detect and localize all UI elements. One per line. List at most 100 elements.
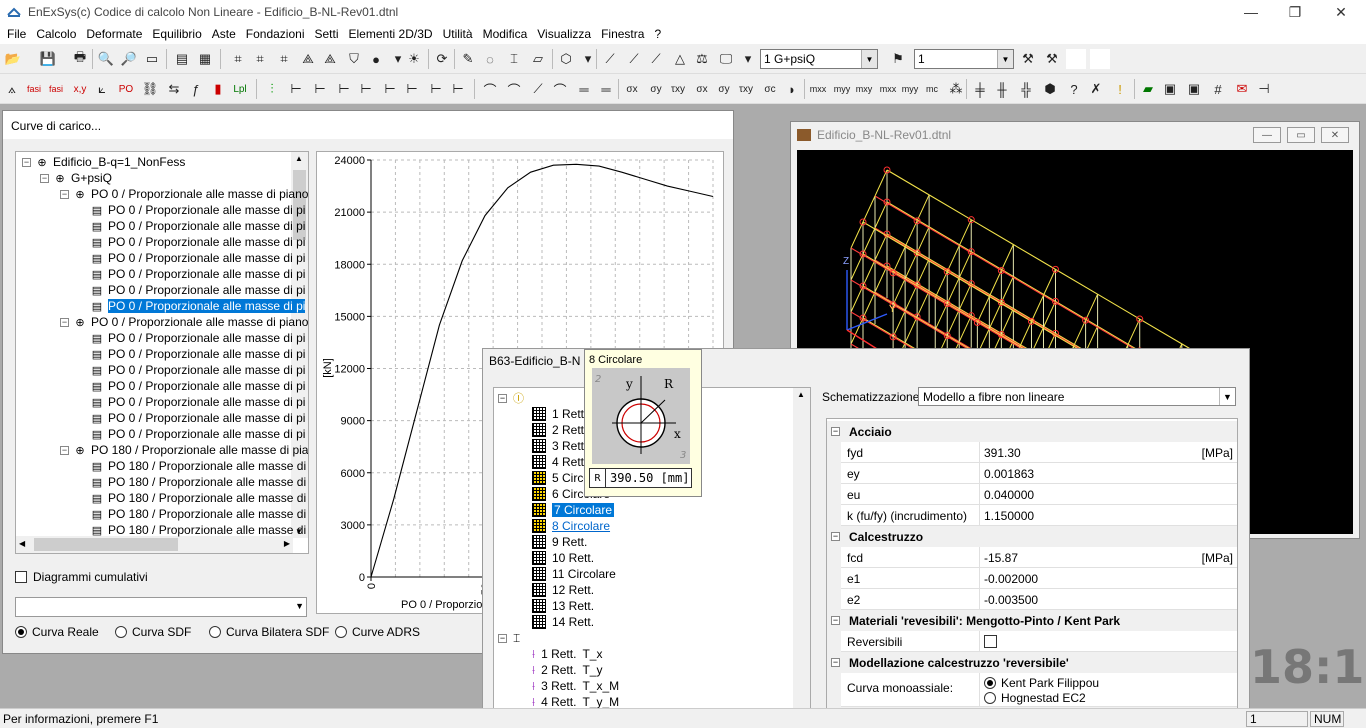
diagram6-icon[interactable]: ⊢ [402,79,422,99]
property-value-field[interactable]: -0.002000 [979,568,1237,589]
tree-item[interactable]: − ⊕ PO 180 / Proporzionale alle masse di p… [60,442,308,458]
po-icon[interactable]: PO [116,79,136,99]
window2-icon[interactable]: ▣ [1184,79,1204,99]
section-item[interactable]: 14 Rett. [532,614,594,630]
chevron-down-icon[interactable]: ▼ [295,601,304,611]
moon-icon[interactable]: ◗ [782,79,802,99]
tree-item[interactable]: − ⊕ Edificio_B-q=1_NonFess [22,154,185,170]
map-icon[interactable]: ▱ [528,49,548,69]
node-icon[interactable]: ⫶ [262,79,282,99]
property-value-field[interactable]: 0.040000 [979,484,1237,505]
scroll-up-icon[interactable]: ▲ [295,154,303,163]
tree-item[interactable]: ▤ PO 0 / Proporzionale alle masse di pi [90,346,306,362]
section-item[interactable]: 8 Circolare [532,518,610,534]
deform-icon[interactable]: ⟋ [600,49,620,69]
tree-item[interactable]: ▤ PO 0 / Proporzionale alle masse di pi [90,234,306,250]
radio-curva-sdf[interactable]: Curva SDF [115,625,191,639]
scroll-up-icon[interactable]: ▲ [797,390,805,399]
property-value-field[interactable]: -15.87 [MPa] [979,547,1237,568]
diagram4-icon[interactable]: ⊢ [356,79,376,99]
radio-dot[interactable] [984,676,996,689]
cumulative-checkbox-row[interactable]: Diagrammi cumulativi [15,570,148,584]
menu-equilibrio[interactable]: Equilibrio [147,27,206,41]
section-item[interactable]: 7 Circolare [532,502,615,518]
chevron-down-icon[interactable]: ▼ [997,50,1013,68]
structure-icon[interactable]: ⟑ [2,79,22,99]
radio-dot[interactable] [115,626,127,638]
beam-shape2-icon[interactable]: ⌒ [504,79,524,99]
tree-item[interactable]: ▤ PO 180 / Proporzionale alle masse di [90,474,306,490]
beam-shape4-icon[interactable]: ⌒ [550,79,570,99]
radio-dot[interactable] [984,691,996,704]
triangle-icon[interactable]: △ [670,49,690,69]
zoom-out-icon[interactable]: 🔎 [119,49,139,69]
x-mark-icon[interactable]: ✗ [1086,79,1106,99]
section-item[interactable]: 12 Rett. [532,582,594,598]
category-calcestruzzo[interactable]: − Calcestruzzo [827,526,1237,547]
tree-item[interactable]: ▤ PO 180 / Proporzionale alle masse di [90,522,306,538]
tau-xy-icon[interactable]: τxy [668,79,688,99]
collapse-toggle-icon[interactable]: − [498,633,507,643]
sigma-c-icon[interactable]: σc [760,79,780,99]
property-value-field[interactable]: 0.001863 [979,463,1237,484]
deform3-icon[interactable]: ⟋ [646,49,666,69]
step-combo[interactable]: 1 ▼ [914,49,1014,69]
collapse-toggle-icon[interactable]: − [831,616,840,625]
tree-item[interactable]: ▤ PO 0 / Proporzionale alle masse di pi [90,426,306,442]
scroll-right-icon[interactable]: ▶ [284,539,290,548]
diagram5-icon[interactable]: ⊢ [380,79,400,99]
sigma-x2-icon[interactable]: σx [692,79,712,99]
tau-xy2-icon[interactable]: τxy [736,79,756,99]
blank-icon[interactable] [1066,49,1086,69]
beam-shape3-icon[interactable]: ⟋ [528,79,548,99]
blank2-icon[interactable] [1090,49,1110,69]
radio-dot[interactable] [15,626,27,638]
property-value-field[interactable]: -0.003500 [979,589,1237,610]
tree-item[interactable]: ▤ PO 0 / Proporzionale alle masse di pi [90,330,306,346]
grid-cross-icon[interactable]: ╬ [1016,79,1036,99]
curva-radio-option[interactable]: Hognestad EC2 [984,690,1233,705]
close-icon[interactable]: ✕ [1318,0,1364,24]
tool2-icon[interactable]: ⚒ [1042,49,1062,69]
reversibili-checkbox-field[interactable] [979,631,1237,652]
section-item[interactable]: 2 Rett. [532,422,587,438]
model-maximize-icon[interactable]: ▭ [1287,127,1315,143]
radio-curva-bilatera[interactable]: Curva Bilatera SDF [209,625,329,639]
xy-icon[interactable]: x,y [70,79,90,99]
lasso-icon[interactable]: ◌ [480,49,500,69]
view-frame3-icon[interactable]: ⌗ [274,49,294,69]
radio-curve-adrs[interactable]: Curve ADRS [335,625,420,639]
mxx2-icon[interactable]: mxx [878,79,898,99]
tree-item[interactable]: − ⊕ PO 0 / Proporzionale alle masse di pia… [60,314,308,330]
radio-dot[interactable] [209,626,221,638]
fork-icon[interactable]: ⊣ [1254,79,1274,99]
radio-dot[interactable] [335,626,347,638]
tree-item[interactable]: ▤ PO 180 / Proporzionale alle masse di [90,506,306,522]
model-minimize-icon[interactable]: — [1253,127,1281,143]
category-acciaio[interactable]: − Acciaio [827,421,1237,442]
diagram3-icon[interactable]: ⊢ [334,79,354,99]
tree-item[interactable]: ▤ PO 0 / Proporzionale alle masse di pi [90,218,306,234]
section-item[interactable]: 1 Rett. [532,406,587,422]
myy2-icon[interactable]: myy [900,79,920,99]
help-icon[interactable]: ? [1064,79,1084,99]
frame-item[interactable]: ⟊ 3 Rett. T_x_M [532,678,619,694]
collapse-toggle-icon[interactable]: − [60,317,69,327]
cumulative-checkbox[interactable] [15,571,27,583]
fc-icon[interactable]: ƒ [186,79,206,99]
collapse-toggle-icon[interactable]: − [60,189,69,199]
light-icon[interactable]: ☀ [404,49,424,69]
window-icon[interactable]: ▣ [1160,79,1180,99]
view-frame2-icon[interactable]: ⌗ [250,49,270,69]
grid-icon[interactable]: # [1208,79,1228,99]
tree-item[interactable]: ▤ PO 0 / Proporzionale alle masse di pi [90,394,306,410]
print-setup-icon[interactable]: 🖶 [70,49,90,69]
section-item[interactable]: 10 Rett. [532,550,594,566]
dropdown-arrow-icon[interactable]: ▾ [578,49,598,69]
collapse-toggle-icon[interactable]: − [40,173,49,183]
property-value-field[interactable]: 1.150000 [979,505,1237,526]
sigma-x-icon[interactable]: σx [622,79,642,99]
color-ball-icon[interactable]: ● [366,49,386,69]
tree-item[interactable]: ▤ PO 180 / Proporzionale alle masse di [90,458,306,474]
section-item[interactable]: 9 Rett. [532,534,587,550]
